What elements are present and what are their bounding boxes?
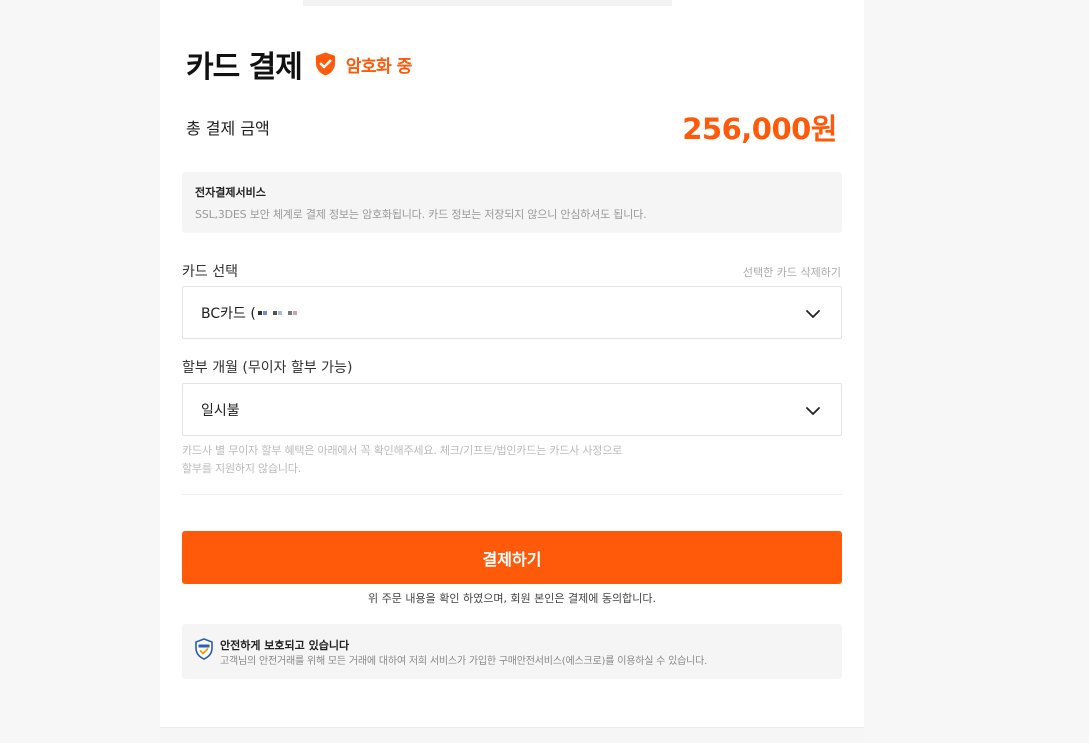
card-select-label: 카드 선택 xyxy=(182,264,238,280)
installment-value: 일시불 xyxy=(201,402,240,419)
masked-card-number xyxy=(257,310,298,315)
pay-button[interactable]: 결제하기 xyxy=(182,531,842,584)
shield-check-icon xyxy=(315,52,335,76)
security-notice: 전자결제서비스 SSL,3DES 보안 체계로 결제 정보는 암호화됩니다. 카… xyxy=(182,172,842,233)
notice-text: SSL,3DES 보안 체계로 결제 정보는 암호화됩니다. 카드 정보는 저장… xyxy=(195,208,647,221)
installment-label: 할부 개월 (무이자 할부 가능) xyxy=(182,360,353,376)
total-amount-label: 총 결제 금액 xyxy=(186,119,270,138)
escrow-title: 안전하게 보호되고 있습니다 xyxy=(220,639,350,652)
escrow-badge-icon xyxy=(195,638,213,660)
installment-note-line-1: 카드사 별 무이자 할부 혜택은 아래에서 꼭 확인해주세요. 체크/기프트/법… xyxy=(182,444,623,457)
page-title: 카드 결제 xyxy=(186,50,303,85)
chevron-down-icon xyxy=(806,407,820,415)
card-name: BC카드 ( xyxy=(201,305,256,322)
notice-title: 전자결제서비스 xyxy=(195,186,266,199)
installment-note-line-2: 할부를 지원하지 않습니다. xyxy=(182,462,302,475)
escrow-notice: 안전하게 보호되고 있습니다 고객님의 안전거래를 위해 모든 거래에 대하여 … xyxy=(182,624,842,679)
panel-footer-strip xyxy=(160,727,864,743)
card-select-dropdown[interactable]: BC카드 ( xyxy=(182,286,842,339)
escrow-text: 고객님의 안전거래를 위해 모든 거래에 대하여 저희 서비스가 가입한 구매안… xyxy=(220,656,708,667)
encryption-status: 암호화 중 xyxy=(345,56,412,77)
installment-note: 카드사 별 무이자 할부 혜택은 아래에서 꼭 확인해주세요. 체크/기프트/법… xyxy=(182,442,622,478)
delete-card-link[interactable]: 선택한 카드 삭제하기 xyxy=(743,264,841,280)
title-row: 카드 결제 암호화 중 xyxy=(186,44,412,85)
top-strip xyxy=(303,0,672,6)
card-select-value: BC카드 ( xyxy=(201,303,298,323)
chevron-down-icon xyxy=(806,310,820,318)
agreement-text: 위 주문 내용을 확인 하였으며, 회원 본인은 결제에 동의합니다. xyxy=(368,592,656,605)
installment-select-dropdown[interactable]: 일시불 xyxy=(182,383,842,436)
total-amount-value: 256,000원 xyxy=(682,112,837,146)
divider xyxy=(182,494,842,495)
